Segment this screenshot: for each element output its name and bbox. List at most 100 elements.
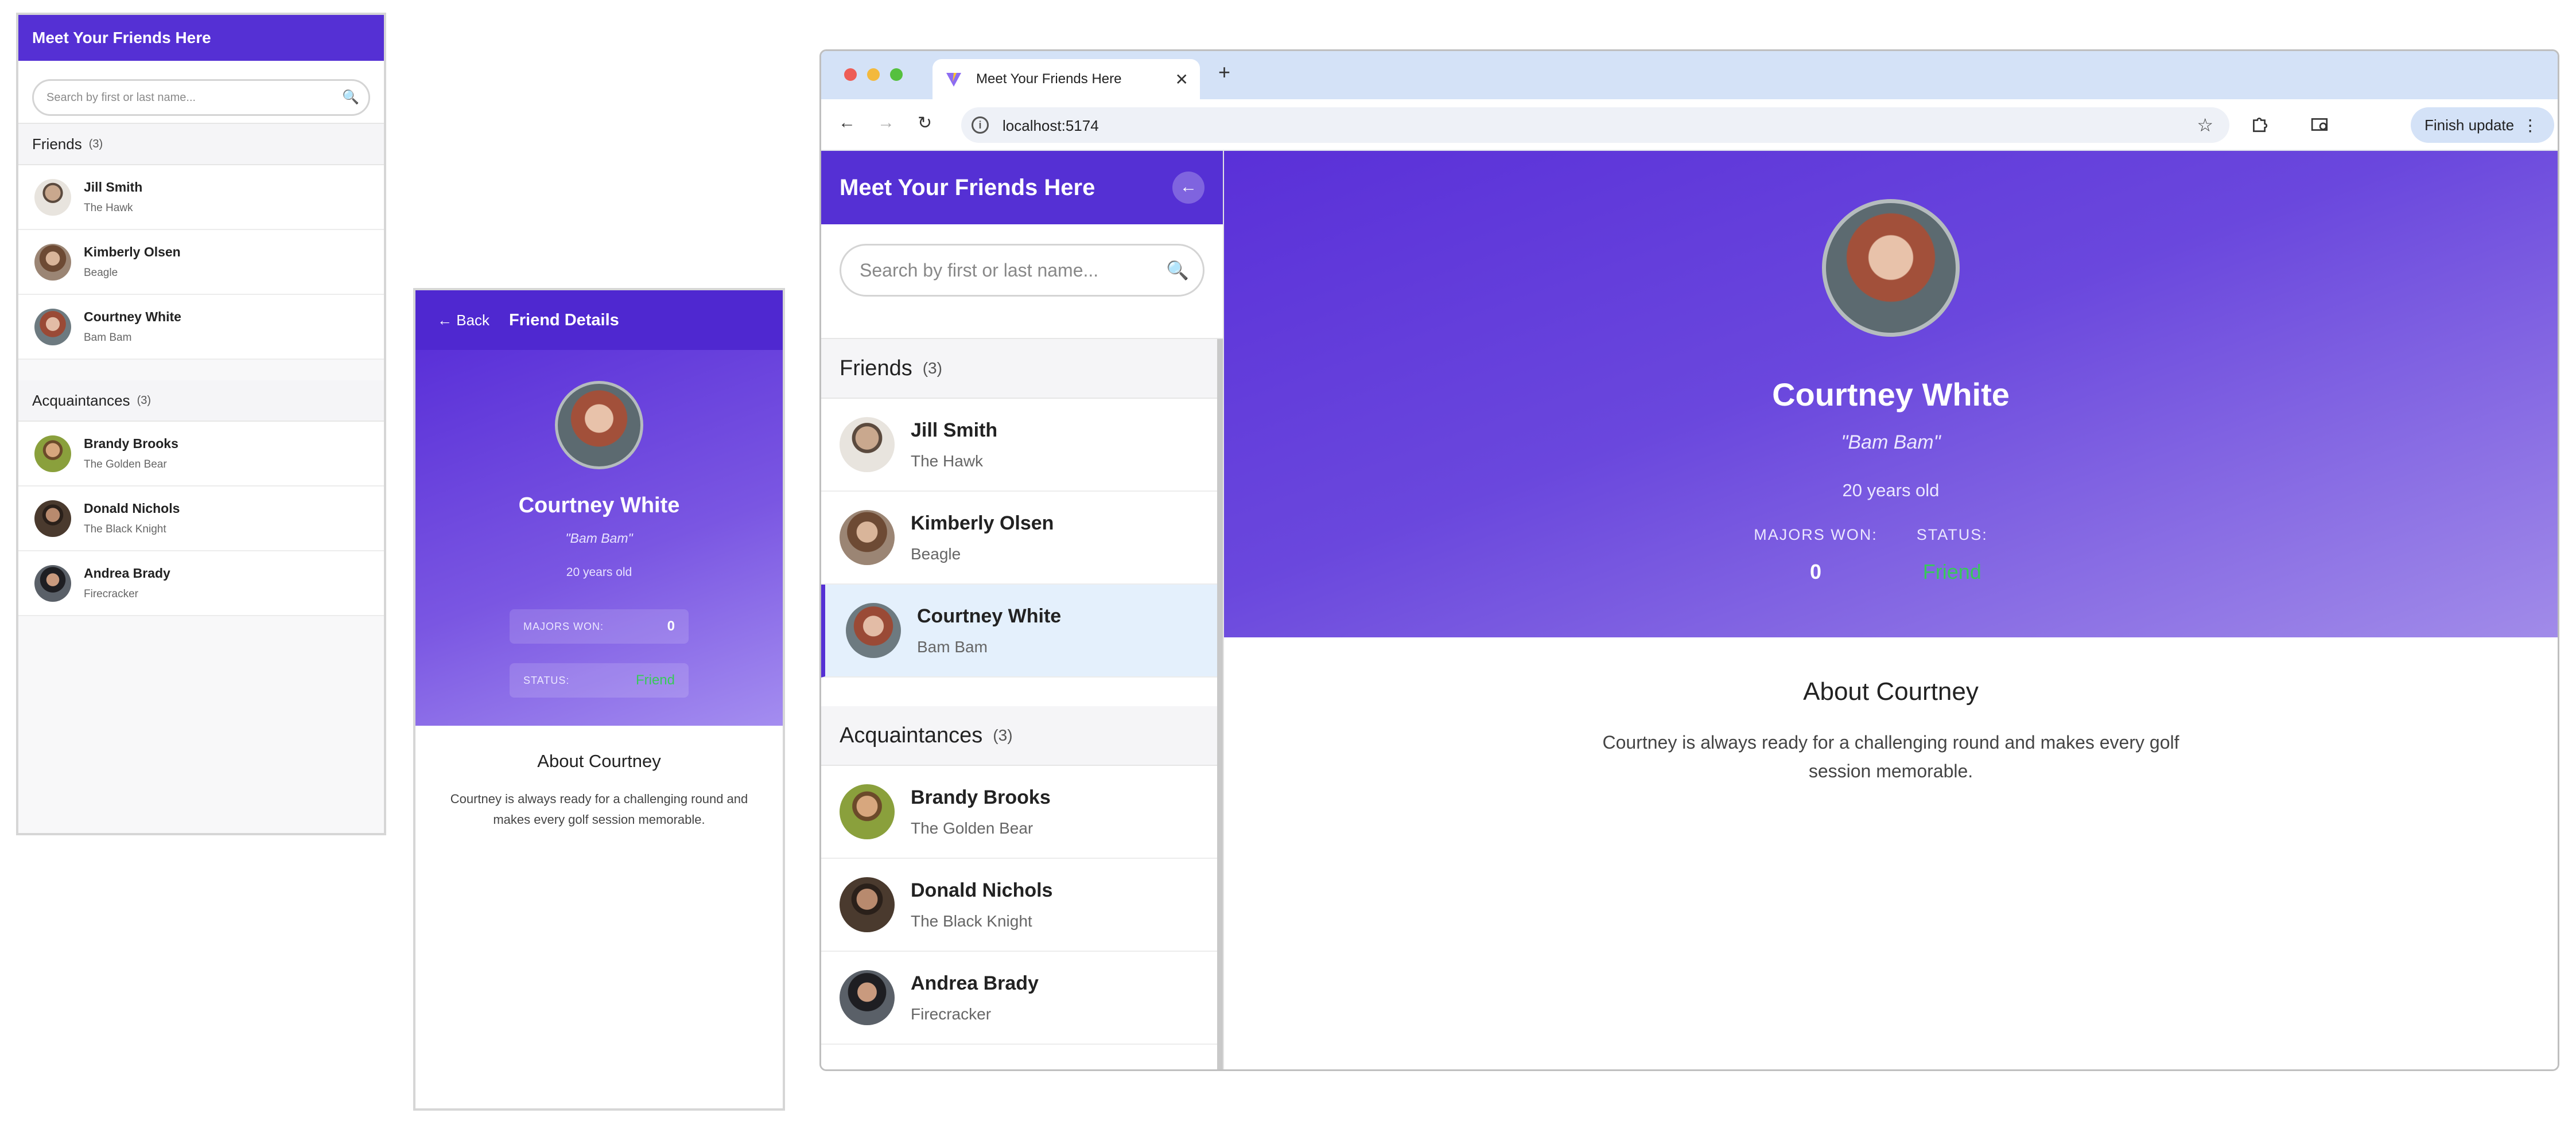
section-title: Acquaintances bbox=[840, 723, 983, 748]
friend-nickname: Bam Bam bbox=[917, 637, 988, 656]
profile-age: 20 years old bbox=[1842, 480, 1940, 500]
minimize-window-button[interactable] bbox=[867, 68, 880, 81]
acquaintance-list-item[interactable]: Brandy Brooks The Golden Bear bbox=[821, 766, 1223, 859]
friend-list-item[interactable]: Courtney White Bam Bam bbox=[18, 295, 384, 360]
avatar bbox=[34, 308, 71, 345]
avatar bbox=[840, 877, 895, 932]
browser-tab[interactable]: Meet Your Friends Here ✕ bbox=[933, 59, 1200, 99]
acquaintance-nickname: The Golden Bear bbox=[84, 458, 167, 470]
section-count: (3) bbox=[922, 359, 942, 377]
about-title: About Courtney bbox=[537, 751, 661, 771]
detail-panel: Courtney White "Bam Bam" 20 years old MA… bbox=[1224, 151, 2558, 1069]
section-title: Friends bbox=[840, 356, 912, 380]
close-window-button[interactable] bbox=[844, 68, 857, 81]
new-tab-button[interactable]: + bbox=[1218, 60, 1230, 84]
media-search-icon[interactable] bbox=[2310, 115, 2330, 134]
star-icon[interactable]: ☆ bbox=[2197, 114, 2213, 136]
profile-age: 20 years old bbox=[566, 566, 632, 579]
status-stat: STATUS: Friend bbox=[1917, 526, 1988, 584]
sidebar-scrollbar[interactable] bbox=[1217, 339, 1223, 1069]
section-header-friends: Friends (3) bbox=[821, 339, 1223, 399]
acquaintance-nickname: Firecracker bbox=[84, 588, 139, 600]
acquaintance-list-item[interactable]: Donald Nichols The Black Knight bbox=[821, 859, 1223, 952]
about-section: About Courtney Courtney is always ready … bbox=[415, 726, 783, 1108]
acquaintance-list-item[interactable]: Andrea Brady Firecracker bbox=[821, 952, 1223, 1045]
friend-list-item-selected[interactable]: Courtney White Bam Bam bbox=[821, 585, 1223, 678]
search-input[interactable] bbox=[34, 81, 332, 114]
search-icon: 🔍 bbox=[1166, 260, 1189, 281]
friend-nickname: The Hawk bbox=[911, 451, 984, 470]
about-text: Courtney is always ready for a challengi… bbox=[1602, 732, 2179, 781]
puzzle-icon[interactable] bbox=[2250, 115, 2268, 134]
avatar bbox=[840, 510, 895, 565]
acquaintance-list-item[interactable]: Donald Nichols The Black Knight bbox=[18, 486, 384, 551]
search-box: 🔍 bbox=[840, 244, 1205, 297]
friend-nickname: Beagle bbox=[84, 267, 118, 279]
section-header-friends: Friends (3) bbox=[18, 124, 384, 165]
acquaintance-name: Donald Nichols bbox=[911, 879, 1053, 901]
search-bar-container: 🔍 bbox=[18, 61, 384, 124]
friend-list-item[interactable]: Jill Smith The Hawk bbox=[821, 399, 1223, 492]
avatar bbox=[34, 178, 71, 216]
section-count: (3) bbox=[137, 394, 151, 407]
address-bar[interactable]: i localhost:5174 ☆ bbox=[961, 107, 2229, 143]
acquaintance-name: Brandy Brooks bbox=[911, 786, 1051, 808]
detail-header: ← Back Friend Details bbox=[415, 290, 783, 350]
app-header: Meet Your Friends Here bbox=[18, 15, 384, 61]
acquaintance-nickname: Firecracker bbox=[911, 1005, 992, 1023]
avatar bbox=[840, 417, 895, 472]
acquaintance-name: Andrea Brady bbox=[84, 566, 170, 581]
app-viewport: Meet Your Friends Here ← 🔍 Friends (3) J… bbox=[821, 151, 2558, 1069]
avatar bbox=[846, 603, 901, 658]
search-bar-container: 🔍 bbox=[821, 224, 1223, 339]
majors-won-value: 0 bbox=[667, 618, 675, 634]
acquaintance-list-item[interactable]: Brandy Brooks The Golden Bear bbox=[18, 422, 384, 486]
section-count: (3) bbox=[993, 726, 1013, 744]
avatar bbox=[34, 565, 71, 602]
acquaintance-name: Andrea Brady bbox=[911, 972, 1039, 994]
majors-won-label: MAJORS WON: bbox=[523, 620, 604, 632]
friend-list-item[interactable]: Kimberly Olsen Beagle bbox=[821, 492, 1223, 585]
majors-won-stat: MAJORS WON: 0 bbox=[1754, 526, 1878, 584]
friend-list-item[interactable]: Jill Smith The Hawk bbox=[18, 165, 384, 230]
status-label: STATUS: bbox=[523, 674, 570, 686]
section-header-acquaintances: Acquaintances (3) bbox=[18, 380, 384, 422]
status-label: STATUS: bbox=[1916, 526, 1988, 543]
section-count: (3) bbox=[88, 137, 103, 150]
acquaintance-name: Brandy Brooks bbox=[84, 436, 178, 451]
more-menu-icon[interactable]: ⋮ bbox=[2522, 116, 2538, 135]
friend-name: Jill Smith bbox=[84, 180, 143, 194]
friend-list-item[interactable]: Kimberly Olsen Beagle bbox=[18, 230, 384, 295]
browser-window: Meet Your Friends Here ✕ + ← → ↻ i local… bbox=[819, 49, 2559, 1071]
acquaintance-nickname: The Golden Bear bbox=[911, 819, 1033, 837]
search-input[interactable] bbox=[841, 246, 1163, 295]
reload-icon[interactable]: ↻ bbox=[918, 113, 932, 133]
app-title: Meet Your Friends Here bbox=[32, 29, 211, 46]
site-info-icon[interactable]: i bbox=[972, 116, 989, 134]
collapse-sidebar-button[interactable]: ← bbox=[1172, 172, 1205, 204]
maximize-window-button[interactable] bbox=[890, 68, 903, 81]
about-section: About Courtney Courtney is always ready … bbox=[1224, 637, 2558, 785]
forward-arrow-icon[interactable]: → bbox=[877, 113, 895, 133]
about-text: Courtney is always ready for a challengi… bbox=[450, 792, 748, 827]
profile-nickname: "Bam Bam" bbox=[565, 531, 633, 546]
friend-nickname: Beagle bbox=[911, 544, 961, 563]
status-value: Friend bbox=[1922, 560, 1981, 583]
friend-name: Jill Smith bbox=[911, 419, 998, 441]
friend-name: Courtney White bbox=[84, 309, 181, 324]
app-title: Meet Your Friends Here bbox=[840, 174, 1095, 200]
status-card: STATUS: Friend bbox=[510, 663, 689, 698]
friend-name: Kimberly Olsen bbox=[911, 512, 1054, 534]
tab-title: Meet Your Friends Here bbox=[976, 71, 1122, 87]
search-box: 🔍 bbox=[32, 79, 370, 116]
majors-won-card: MAJORS WON: 0 bbox=[510, 609, 689, 644]
back-button[interactable]: ← Back bbox=[437, 312, 489, 329]
back-arrow-icon[interactable]: ← bbox=[838, 113, 856, 133]
acquaintance-name: Donald Nichols bbox=[84, 501, 180, 516]
mobile-list-view: Meet Your Friends Here 🔍 Friends (3) Jil… bbox=[16, 13, 386, 835]
browser-toolbar: ← → ↻ i localhost:5174 ☆ Finish update ⋮ bbox=[821, 99, 2558, 151]
acquaintance-list-item[interactable]: Andrea Brady Firecracker bbox=[18, 551, 384, 616]
friend-name: Courtney White bbox=[917, 605, 1062, 627]
finish-update-button[interactable]: Finish update ⋮ bbox=[2411, 107, 2554, 143]
close-icon[interactable]: ✕ bbox=[1175, 70, 1188, 89]
